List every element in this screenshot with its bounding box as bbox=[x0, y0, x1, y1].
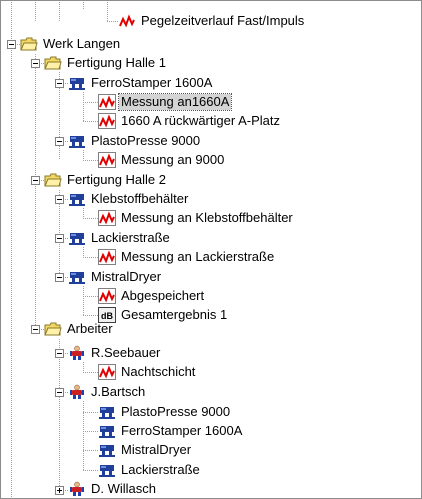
tree-node-label: Pegelzeitverlauf Fast/Impuls bbox=[141, 13, 305, 28]
tree-node[interactable]: FerroStamper 1600A bbox=[98, 421, 244, 441]
tree-node[interactable]: J.Bartsch bbox=[68, 382, 147, 402]
measurement-chart-icon bbox=[118, 13, 136, 29]
tree-node-label: Werk Langen bbox=[43, 36, 121, 51]
folder-open-icon bbox=[44, 172, 62, 188]
tree-node[interactable]: R.Seebauer bbox=[68, 343, 162, 363]
tree-node-label: 1660 A rückwärtiger A-Platz bbox=[121, 113, 280, 128]
machine-icon bbox=[98, 423, 116, 439]
expand-toggle-d-willasch[interactable] bbox=[55, 486, 64, 495]
tree-node-label: Lackierstraße bbox=[91, 230, 170, 245]
tree-node-label: Fertigung Halle 1 bbox=[67, 55, 166, 70]
tree-node-label: MistralDryer bbox=[121, 442, 192, 457]
collapse-toggle-fertigung-halle-2[interactable] bbox=[31, 176, 40, 185]
tree-node[interactable]: Lackierstraße bbox=[68, 228, 172, 248]
tree-node-label: D. Willasch bbox=[91, 481, 157, 496]
measurement-chart-icon bbox=[98, 249, 116, 265]
tree-node[interactable]: D. Willasch bbox=[68, 479, 158, 499]
collapse-toggle-ferrostamper[interactable] bbox=[55, 79, 64, 88]
folder-open-icon bbox=[44, 55, 62, 71]
folder-open-icon bbox=[20, 36, 38, 52]
tree-node-label: PlastoPresse 9000 bbox=[121, 404, 231, 419]
tree-node-label: Arbeiter bbox=[67, 321, 113, 336]
tree-node[interactable]: PlastoPresse 9000 bbox=[68, 131, 202, 151]
collapse-toggle-fertigung-halle-1[interactable] bbox=[31, 59, 40, 68]
tree-node[interactable]: Messung an 9000 bbox=[98, 150, 226, 170]
tree-node-label: Messung an 9000 bbox=[121, 152, 225, 167]
tree-node[interactable]: Klebstoffbehälter bbox=[68, 189, 190, 209]
tree-node[interactable]: Pegelzeitverlauf Fast/Impuls bbox=[118, 11, 306, 31]
collapse-toggle-plastopresse[interactable] bbox=[55, 137, 64, 146]
tree-node-label: PlastoPresse 9000 bbox=[91, 133, 201, 148]
tree-node-label: Messung an Lackierstraße bbox=[121, 249, 275, 264]
machine-icon bbox=[98, 404, 116, 420]
collapse-toggle-arbeiter[interactable] bbox=[31, 325, 40, 334]
collapse-toggle-j-bartsch[interactable] bbox=[55, 388, 64, 397]
measurement-chart-icon bbox=[98, 152, 116, 168]
tree-node-label: Gesamtergebnis 1 bbox=[121, 307, 228, 322]
tree-node[interactable]: Nachtschicht bbox=[98, 362, 197, 382]
collapse-toggle-werk-langen[interactable] bbox=[7, 40, 16, 49]
tree-node-label: FerroStamper 1600A bbox=[121, 423, 243, 438]
tree-node-label: Lackierstraße bbox=[121, 462, 200, 477]
worker-icon bbox=[68, 345, 86, 361]
measurement-chart-icon bbox=[98, 364, 116, 380]
tree-node[interactable]: Werk Langen bbox=[20, 34, 122, 54]
tree-node-label: Fertigung Halle 2 bbox=[67, 172, 166, 187]
tree-node[interactable]: Abgespeichert bbox=[98, 286, 206, 306]
tree-node-label: Abgespeichert bbox=[121, 288, 205, 303]
machine-icon bbox=[68, 75, 86, 91]
tree-node[interactable]: PlastoPresse 9000 bbox=[98, 402, 232, 422]
collapse-toggle-klebstoffbehaelter[interactable] bbox=[55, 195, 64, 204]
tree-node[interactable]: Messung an Lackierstraße bbox=[98, 247, 276, 267]
folder-open-icon bbox=[44, 321, 62, 337]
collapse-toggle-mistraldryer[interactable] bbox=[55, 273, 64, 282]
machine-icon bbox=[98, 442, 116, 458]
collapse-toggle-r-seebauer[interactable] bbox=[55, 349, 64, 358]
machine-icon bbox=[68, 191, 86, 207]
tree-node-label: Nachtschicht bbox=[121, 364, 196, 379]
measurement-chart-icon bbox=[98, 113, 116, 129]
tree-node-selected[interactable]: Messung an1660A bbox=[98, 92, 233, 112]
collapse-toggle-lackierstrasse[interactable] bbox=[55, 234, 64, 243]
tree-node[interactable]: Fertigung Halle 1 bbox=[44, 53, 168, 73]
tree-node[interactable]: dB Gesamtergebnis 1 bbox=[98, 305, 229, 325]
tree-node-label: J.Bartsch bbox=[91, 384, 146, 399]
tree-node[interactable]: FerroStamper 1600A bbox=[68, 73, 214, 93]
tree-node-label: R.Seebauer bbox=[91, 345, 161, 360]
tree-node-label: Messung an Klebstoffbehälter bbox=[121, 210, 293, 225]
measurement-chart-icon bbox=[98, 288, 116, 304]
worker-icon bbox=[68, 384, 86, 400]
tree-node[interactable]: Messung an Klebstoffbehälter bbox=[98, 208, 295, 228]
tree-node-label: Messung an1660A bbox=[117, 93, 233, 111]
machine-icon bbox=[98, 462, 116, 478]
tree-node[interactable]: Lackierstraße bbox=[98, 460, 202, 480]
worker-icon bbox=[68, 481, 86, 497]
tree-node[interactable]: Fertigung Halle 2 bbox=[44, 170, 168, 190]
tree-node[interactable]: Arbeiter bbox=[44, 319, 115, 339]
machine-icon bbox=[68, 133, 86, 149]
tree-node[interactable]: MistralDryer bbox=[98, 440, 193, 460]
machine-icon bbox=[68, 230, 86, 246]
measurement-chart-icon bbox=[98, 210, 116, 226]
tree-node[interactable]: MistralDryer bbox=[68, 267, 163, 287]
tree-node-label: Klebstoffbehälter bbox=[91, 191, 189, 206]
tree-node-label: FerroStamper 1600A bbox=[91, 75, 213, 90]
tree-node[interactable]: 1660 A rückwärtiger A-Platz bbox=[98, 111, 282, 131]
tree-node-label: MistralDryer bbox=[91, 269, 162, 284]
tree-view[interactable]: Pegelzeitverlauf Fast/Impuls Werk Langen… bbox=[0, 0, 422, 499]
measurement-chart-icon bbox=[98, 94, 116, 110]
machine-icon bbox=[68, 269, 86, 285]
